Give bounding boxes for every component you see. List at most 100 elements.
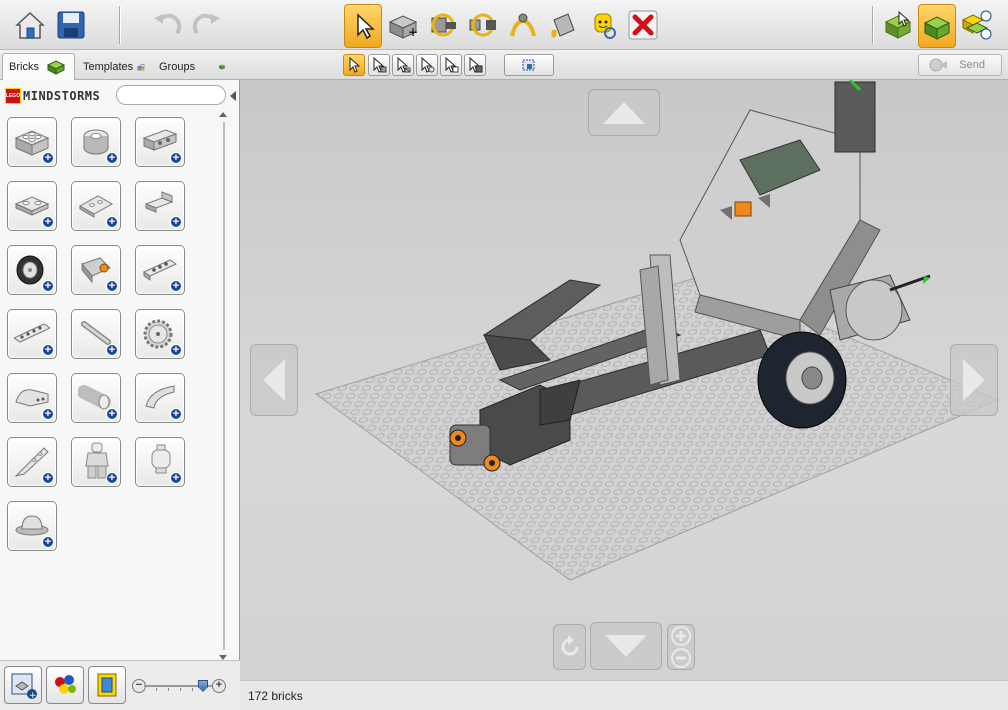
slider-thumb[interactable]	[198, 680, 208, 692]
color-shape-select-button[interactable]	[440, 54, 462, 76]
curved-panel[interactable]: +	[7, 373, 57, 423]
invert-select-button[interactable]	[464, 54, 486, 76]
mindstorms-logo: LEGO MINDSTORMS	[5, 88, 100, 104]
motor[interactable]: +	[71, 245, 121, 295]
help-guide-button[interactable]	[88, 666, 126, 704]
build-mode-icon	[884, 10, 912, 39]
minifig-head[interactable]: +	[135, 437, 185, 487]
camera-left-button[interactable]	[250, 344, 298, 416]
tab-templates[interactable]: Templates	[76, 53, 152, 80]
minifigure[interactable]: +	[71, 437, 121, 487]
palette-zoom-slider[interactable]: − +	[132, 679, 226, 693]
delete-tool-button[interactable]	[624, 5, 662, 45]
add-brick-icon: +	[42, 472, 54, 484]
gear[interactable]: +	[135, 309, 185, 359]
tab-groups[interactable]: Groups	[152, 53, 232, 80]
redo-button[interactable]	[188, 5, 226, 45]
technic-beam-short[interactable]: +	[135, 245, 185, 295]
add-brick-icon: +	[106, 216, 118, 228]
home-icon	[15, 11, 45, 39]
home-button[interactable]	[11, 5, 49, 45]
wedge-plate[interactable]: +	[71, 181, 121, 231]
cursor-single-icon	[349, 57, 361, 73]
lego-digital-designer-window: + Bricks Templates Groups Send LEGO MIND…	[0, 0, 1008, 710]
bracket-plate[interactable]: +	[135, 181, 185, 231]
lego-logo: LEGO	[5, 88, 21, 104]
brick-search-input[interactable]	[116, 85, 226, 105]
palette-bottom-bar: + − +	[0, 660, 240, 710]
3d-viewport[interactable]	[240, 80, 1008, 680]
select-tool-button[interactable]	[344, 4, 382, 48]
group-select-button[interactable]	[504, 54, 554, 76]
camera-right-button[interactable]	[950, 344, 998, 416]
curved-slope[interactable]: +	[135, 373, 185, 423]
build-mode-button[interactable]	[879, 5, 917, 45]
plate-2x2[interactable]: +	[7, 181, 57, 231]
building-guide-mode-button[interactable]	[958, 5, 996, 45]
palette-scrollbar[interactable]	[218, 112, 230, 660]
axle[interactable]: +	[71, 309, 121, 359]
clone-tool-button[interactable]: +	[384, 5, 422, 45]
send-button[interactable]: Send	[918, 54, 1002, 76]
brick-2x2[interactable]: +	[7, 117, 57, 167]
zoom-in-icon[interactable]	[671, 626, 691, 646]
add-brick-icon: +	[170, 216, 182, 228]
svg-text:+: +	[408, 25, 418, 39]
color-palette-button[interactable]	[46, 666, 84, 704]
round-brick[interactable]: +	[71, 117, 121, 167]
add-brick-icon: +	[170, 472, 182, 484]
cursor-icon	[357, 13, 375, 40]
minifig-head-icon	[151, 444, 171, 474]
scroll-track[interactable]	[223, 122, 225, 650]
hinge-tool-button[interactable]	[424, 5, 462, 45]
tab-bricks-label: Bricks	[9, 61, 39, 73]
brick-palette-grid: + + + + + + + + + + + + + + + + + + +	[2, 112, 217, 657]
flex-tool-button[interactable]	[504, 5, 542, 45]
wheel[interactable]: +	[7, 245, 57, 295]
wing-plate[interactable]: +	[7, 437, 57, 487]
arrow-up-icon	[603, 101, 645, 124]
paint-tool-button[interactable]	[544, 5, 582, 45]
cursor-color-shape-icon	[445, 57, 459, 73]
main-toolbar: +	[0, 0, 1008, 50]
technic-brick[interactable]: +	[135, 117, 185, 167]
view-mode-icon	[923, 16, 951, 40]
add-brick-icon: +	[170, 280, 182, 292]
book-icon	[97, 673, 117, 697]
scroll-up-arrow-icon[interactable]	[219, 112, 227, 117]
camera-down-button[interactable]	[590, 622, 662, 670]
hinge-align-tool-button[interactable]	[464, 5, 502, 45]
toolbar-separator	[119, 6, 120, 44]
reset-view-button[interactable]	[553, 624, 586, 670]
undo-button[interactable]	[148, 5, 186, 45]
single-select-button[interactable]	[343, 54, 365, 76]
add-brick-icon: +	[106, 280, 118, 292]
view-mode-button[interactable]	[918, 4, 956, 48]
shape-select-button[interactable]	[416, 54, 438, 76]
building-guide-icon	[961, 10, 992, 40]
palette-view-button[interactable]: +	[4, 666, 42, 704]
slider-tick	[180, 688, 181, 691]
tab-templates-label: Templates	[83, 61, 134, 73]
add-brick-icon: +	[170, 408, 182, 420]
zoom-out-icon[interactable]	[671, 648, 691, 668]
zoom-in-icon[interactable]: +	[212, 679, 226, 693]
cylinder[interactable]: +	[71, 373, 121, 423]
cursor-invert-icon	[469, 57, 483, 73]
delete-x-icon	[628, 10, 658, 40]
undo-icon	[154, 13, 182, 35]
collapse-panel-icon[interactable]	[230, 91, 238, 101]
send-icon	[929, 58, 947, 72]
camera-up-button[interactable]	[588, 89, 660, 136]
status-bar: 172 bricks	[240, 680, 1008, 710]
tab-bricks[interactable]: Bricks	[2, 53, 75, 80]
add-brick-icon: +	[42, 280, 54, 292]
cursor-color-icon	[397, 57, 411, 73]
save-button[interactable]	[52, 5, 90, 45]
hide-tool-button[interactable]	[584, 5, 622, 45]
technic-beam-long[interactable]: +	[7, 309, 57, 359]
add-brick-icon: +	[42, 408, 54, 420]
connected-select-button[interactable]	[368, 54, 390, 76]
color-select-button[interactable]	[392, 54, 414, 76]
hat[interactable]: +	[7, 501, 57, 551]
